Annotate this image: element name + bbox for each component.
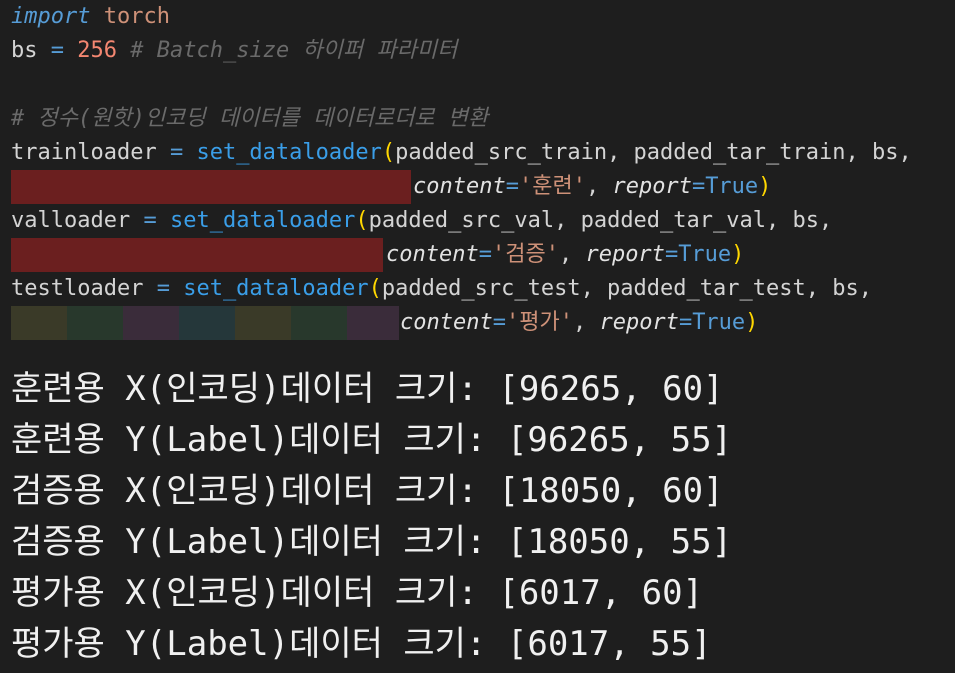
val-content-kw: content bbox=[386, 242, 479, 267]
import-keyword: import bbox=[11, 4, 91, 29]
output-line-val-x: 검증용 X(인코딩)데이터 크기: [18050, 60] bbox=[11, 471, 724, 511]
test-report-val: True bbox=[692, 310, 746, 335]
train-content-eq: = bbox=[505, 174, 519, 199]
val-report-val: True bbox=[678, 242, 732, 267]
code-line-import: import torch bbox=[11, 0, 170, 34]
indent-guide-4 bbox=[179, 306, 235, 340]
test-op: = bbox=[156, 276, 170, 301]
train-op: = bbox=[169, 140, 184, 165]
code-line-valloader: valloader = set_dataloader(padded_src_va… bbox=[11, 204, 832, 238]
bs-comment: # Batch_size 하이퍼 파라미터 bbox=[130, 38, 458, 63]
code-line-val-cont: content='검증', report=True) bbox=[386, 238, 744, 272]
loader-comment: # 정수(원핫)인코딩 데이터를 데이터로더로 변환 bbox=[11, 106, 489, 131]
train-args: padded_src_train, padded_tar_train, bs, bbox=[395, 140, 912, 165]
val-content-val: '검증' bbox=[491, 242, 559, 267]
val-fn: set_dataloader bbox=[169, 208, 356, 233]
val-args: padded_src_val, padded_tar_val, bs, bbox=[368, 208, 833, 233]
test-args: padded_src_test, padded_tar_test, bs, bbox=[381, 276, 872, 301]
test-report-eq: = bbox=[678, 310, 693, 335]
val-open-paren: ( bbox=[355, 208, 369, 233]
indent-guide-1 bbox=[11, 306, 67, 340]
code-line-comment: # 정수(원핫)인코딩 데이터를 데이터로더로 변환 bbox=[11, 102, 488, 136]
output-line-train-y: 훈련용 Y(Label)데이터 크기: [96265, 55] bbox=[11, 420, 733, 460]
indent-guide-6 bbox=[291, 306, 347, 340]
output-line-train-x: 훈련용 X(인코딩)데이터 크기: [96265, 60] bbox=[11, 369, 724, 409]
val-var: valloader bbox=[11, 208, 131, 233]
code-line-bs: bs = 256 # Batch_size 하이퍼 파라미터 bbox=[11, 34, 457, 68]
test-sep: , bbox=[572, 310, 587, 335]
code-line-train-cont: content='훈련', report=True) bbox=[413, 170, 771, 204]
code-editor[interactable]: import torch bs = 256 # Batch_size 하이퍼 파… bbox=[0, 0, 955, 344]
indent-rainbow-test bbox=[11, 306, 399, 340]
module-name: torch bbox=[103, 4, 170, 29]
indent-highlight-train bbox=[11, 170, 411, 204]
cell-output: 훈련용 X(인코딩)데이터 크기: [96265, 60] 훈련용 Y(Labe… bbox=[0, 344, 955, 673]
indent-guide-3 bbox=[123, 306, 179, 340]
train-report-val: True bbox=[705, 174, 759, 199]
test-content-eq: = bbox=[492, 310, 506, 335]
train-content-val: '훈련' bbox=[518, 174, 586, 199]
val-op: = bbox=[143, 208, 157, 233]
test-report-kw: report bbox=[599, 310, 679, 335]
test-content-val: '평가' bbox=[505, 310, 573, 335]
code-line-test-cont: content='평가', report=True) bbox=[400, 306, 758, 340]
val-report-kw: report bbox=[585, 242, 665, 267]
val-report-eq: = bbox=[664, 242, 679, 267]
output-line-test-y: 평가용 Y(Label)데이터 크기: [6017, 55] bbox=[11, 624, 712, 664]
bs-value: 256 bbox=[77, 38, 117, 63]
val-content-eq: = bbox=[478, 242, 492, 267]
test-fn: set_dataloader bbox=[183, 276, 369, 301]
assign-op: = bbox=[50, 38, 64, 63]
train-sep: , bbox=[585, 174, 600, 199]
bs-var: bs bbox=[11, 38, 38, 63]
train-fn: set_dataloader bbox=[196, 140, 382, 165]
train-close-paren: ) bbox=[758, 174, 772, 199]
code-line-trainloader: trainloader = set_dataloader(padded_src_… bbox=[11, 136, 912, 170]
test-open-paren: ( bbox=[368, 276, 382, 301]
code-line-testloader: testloader = set_dataloader(padded_src_t… bbox=[11, 272, 872, 306]
val-close-paren: ) bbox=[731, 242, 745, 267]
test-content-kw: content bbox=[400, 310, 493, 335]
indent-highlight-val bbox=[11, 238, 383, 272]
test-close-paren: ) bbox=[745, 310, 759, 335]
test-var: testloader bbox=[11, 276, 144, 301]
output-line-test-x: 평가용 X(인코딩)데이터 크기: [6017, 60] bbox=[11, 573, 704, 613]
indent-guide-7 bbox=[347, 306, 399, 340]
indent-guide-2 bbox=[67, 306, 123, 340]
train-report-eq: = bbox=[691, 174, 706, 199]
train-report-kw: report bbox=[612, 174, 692, 199]
train-content-kw: content bbox=[413, 174, 506, 199]
train-var: trainloader bbox=[11, 140, 157, 165]
indent-guide-5 bbox=[235, 306, 291, 340]
train-open-paren: ( bbox=[381, 140, 396, 165]
output-line-val-y: 검증용 Y(Label)데이터 크기: [18050, 55] bbox=[11, 522, 733, 562]
val-sep: , bbox=[558, 242, 573, 267]
